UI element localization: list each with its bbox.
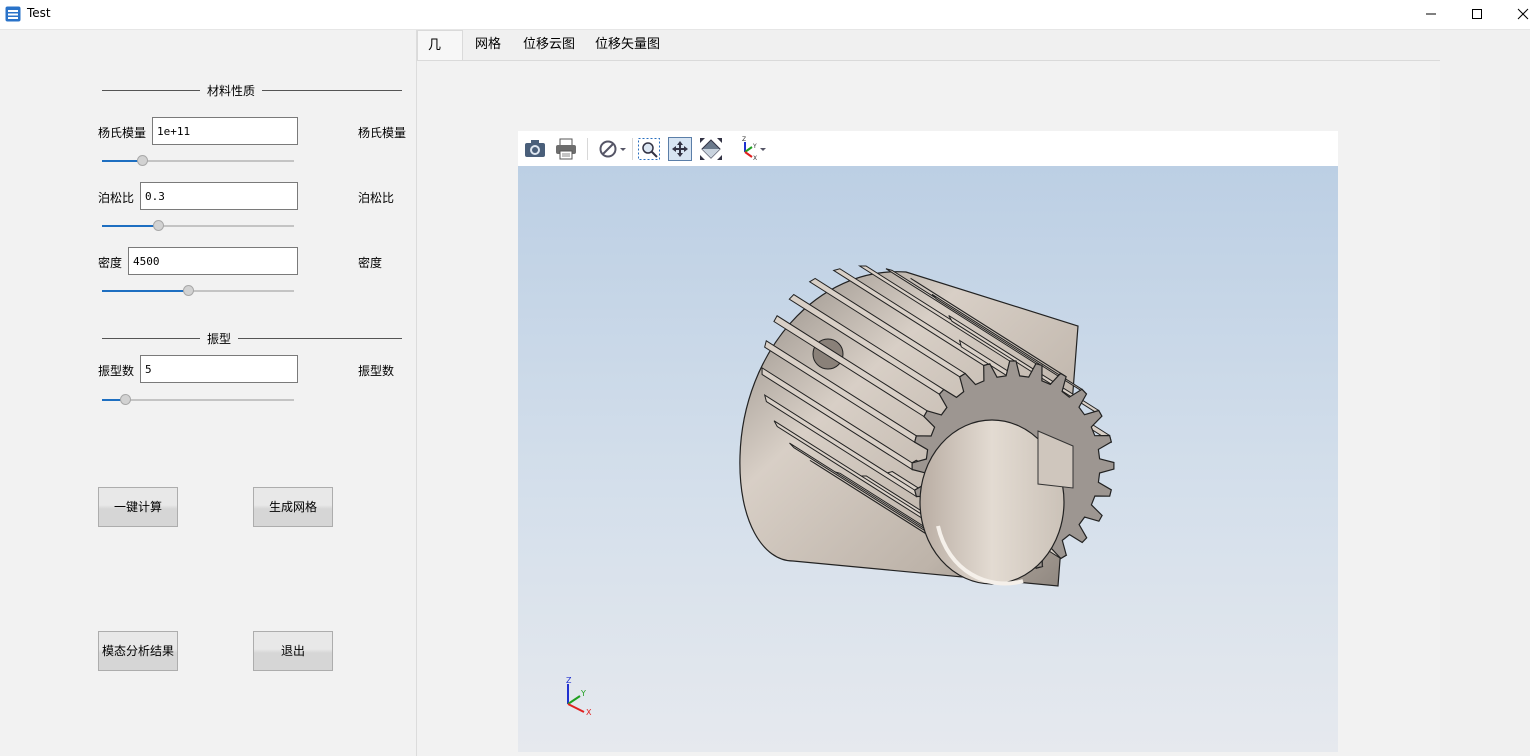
axis-triad: Z Y X (560, 674, 600, 721)
poisson-ratio-display: 泊松比 (358, 191, 395, 205)
tab-bar: 几何 网格 位移云图 位移矢量图 (417, 30, 1440, 83)
minimize-button[interactable] (1408, 0, 1454, 29)
poisson-ratio-input[interactable] (140, 182, 298, 210)
group-divider (262, 90, 402, 91)
mode-count-input[interactable] (140, 355, 298, 383)
density-input[interactable] (128, 247, 298, 275)
group-divider (102, 338, 200, 339)
zoom-window-icon[interactable] (636, 136, 662, 162)
geometry-tab-page: ZYX Z Y X (417, 61, 1440, 756)
group-divider (238, 338, 402, 339)
tab-displacement-contour[interactable]: 位移云图 (513, 30, 585, 60)
fit-all-icon[interactable] (698, 136, 724, 162)
maximize-button[interactable] (1454, 0, 1500, 29)
slider-handle[interactable] (120, 394, 131, 405)
mode-count-label: 振型数 (98, 364, 135, 378)
tab-displacement-vector[interactable]: 位移矢量图 (585, 30, 670, 60)
density-display: 密度 (358, 256, 383, 270)
axis-z-label: Z (566, 676, 572, 685)
svg-text:X: X (753, 155, 757, 162)
pan-icon[interactable] (667, 136, 693, 162)
density-label: 密度 (98, 256, 123, 270)
youngs-modulus-input[interactable] (152, 117, 298, 145)
minimize-icon (1426, 13, 1436, 15)
toolbar-separator (587, 138, 588, 160)
svg-text:Y: Y (752, 143, 757, 150)
tab-mesh[interactable]: 网格 (465, 30, 511, 60)
toolbar-separator (632, 138, 633, 160)
axis-y-label: Y (580, 689, 586, 698)
tab-geometry[interactable]: 几何 (417, 30, 463, 83)
print-icon[interactable] (553, 136, 579, 162)
axis-x-label: X (586, 708, 592, 717)
mode-count-display: 振型数 (358, 364, 395, 378)
slider-fill (102, 160, 142, 162)
mode-group-title: 振型 (207, 332, 232, 346)
window-title: Test (27, 6, 51, 20)
parameter-panel: 材料性质 杨氏模量 杨氏模量 泊松比 泊松比 密度 密度 振型 振型数 振型数 … (0, 30, 417, 756)
exit-button[interactable]: 退出 (253, 631, 333, 671)
slider-handle[interactable] (137, 155, 148, 166)
mode-count-slider[interactable] (102, 393, 294, 407)
modal-result-button[interactable]: 模态分析结果 (98, 631, 178, 671)
view-panel: 几何 网格 位移云图 位移矢量图 (417, 30, 1530, 756)
slider-fill (102, 290, 188, 292)
gear-model[interactable] (518, 166, 1338, 752)
slider-fill (102, 225, 158, 227)
app-icon (5, 6, 21, 22)
title-bar: Test (0, 0, 1530, 30)
maximize-icon (1472, 9, 1482, 19)
slider-handle[interactable] (153, 220, 164, 231)
svg-text:Z: Z (742, 136, 746, 143)
poisson-ratio-slider[interactable] (102, 219, 294, 233)
group-divider (102, 90, 200, 91)
3d-viewer: ZYX Z Y X (518, 131, 1338, 752)
close-icon (1517, 8, 1529, 20)
camera-icon[interactable] (522, 136, 548, 162)
youngs-modulus-display: 杨氏模量 (358, 126, 407, 140)
density-slider[interactable] (102, 284, 294, 298)
clip-plane-icon[interactable] (595, 136, 629, 162)
3d-scene[interactable]: Z Y X (518, 166, 1338, 752)
youngs-modulus-label: 杨氏模量 (98, 126, 147, 140)
viewer-toolbar: ZYX (518, 131, 1338, 166)
youngs-modulus-slider[interactable] (102, 154, 294, 168)
slider-handle[interactable] (183, 285, 194, 296)
close-button[interactable] (1500, 0, 1530, 29)
poisson-ratio-label: 泊松比 (98, 191, 135, 205)
material-group-title: 材料性质 (207, 84, 256, 98)
view-orientation-icon[interactable]: ZYX (735, 136, 769, 162)
generate-mesh-button[interactable]: 生成网格 (253, 487, 333, 527)
compute-button[interactable]: 一键计算 (98, 487, 178, 527)
